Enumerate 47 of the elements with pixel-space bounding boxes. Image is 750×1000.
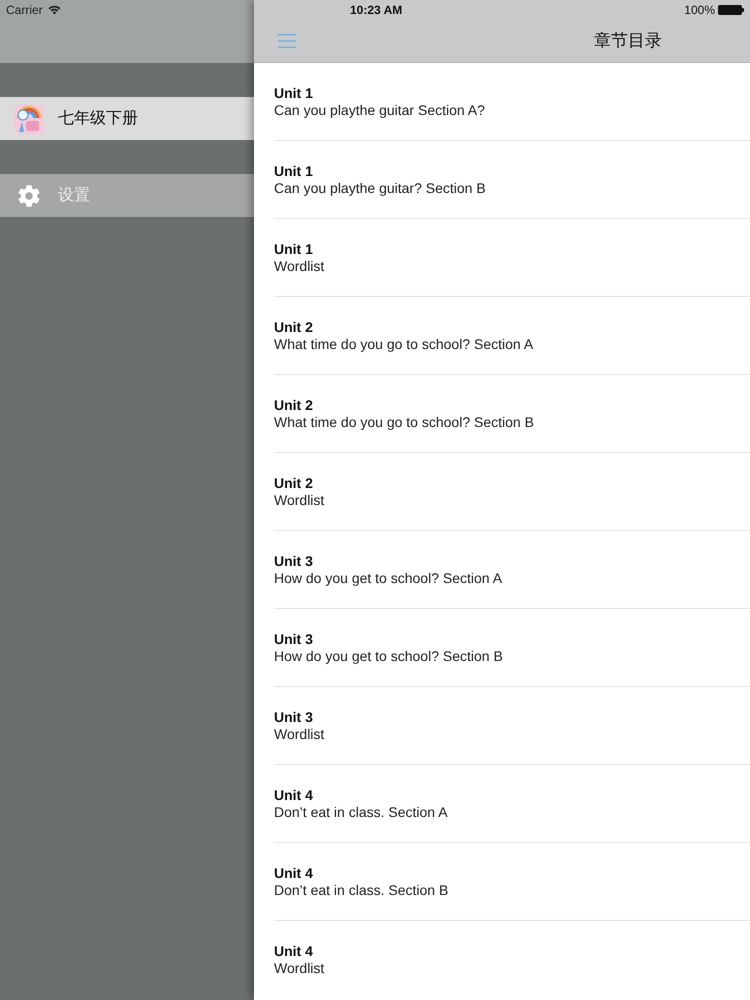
chapter-title: How do you get to school? Section A [274, 570, 502, 587]
unit-label: Unit 1 [274, 163, 313, 180]
chapter-title: Wordlist [274, 960, 324, 977]
unit-label: Unit 4 [274, 865, 313, 882]
chapter-title: Wordlist [274, 726, 324, 743]
chapter-row[interactable]: Unit 2 What time do you go to school? Section B [274, 375, 750, 453]
chapter-row[interactable]: Unit 2 Wordlist [274, 453, 750, 531]
chapter-title: Wordlist [274, 258, 324, 275]
status-time: 10:23 AM [350, 2, 402, 19]
unit-label: Unit 2 [274, 475, 313, 492]
chapter-title: What time do you go to school? Section B [274, 414, 534, 431]
chapter-title: Can you playthe guitar? Section B [274, 180, 486, 197]
chapter-row[interactable]: Unit 1 Wordlist [274, 219, 750, 297]
chapter-title: What time do you go to school? Section A [274, 336, 534, 353]
chapter-row[interactable]: Unit 4 Don’t eat in class. Section A [274, 765, 750, 843]
unit-label: Unit 3 [274, 631, 313, 648]
sidebar-item[interactable]: 七年级下册 [0, 97, 254, 140]
chapter-title: Don’t eat in class. Section B [274, 882, 448, 899]
chapter-title: Can you playthe guitar Section A? [274, 102, 485, 119]
chapter-title: Wordlist [274, 492, 324, 509]
chapter-title: Don’t eat in class. Section A [274, 804, 448, 821]
unit-label: Unit 3 [274, 553, 313, 570]
chapter-title: How do you get to school? Section B [274, 648, 503, 665]
unit-label: Unit 3 [274, 709, 313, 726]
app-icon [14, 104, 44, 134]
chapter-row[interactable]: Unit 2 What time do you go to school? Section A [274, 297, 750, 375]
wifi-icon [48, 5, 61, 15]
unit-label: Unit 2 [274, 397, 313, 414]
chapter-row[interactable]: Unit 3 How do you get to school? Section A [274, 531, 750, 609]
chapter-row[interactable]: Unit 3 Wordlist [274, 687, 750, 765]
menu-icon [278, 33, 296, 49]
page-title: 章节目录 [594, 30, 662, 52]
carrier-label: Carrier [6, 2, 43, 19]
chapter-row[interactable]: Unit 1 Can you playthe guitar? Section B [274, 141, 750, 219]
unit-label: Unit 1 [274, 241, 313, 258]
unit-label: Unit 1 [274, 85, 313, 102]
unit-label: Unit 4 [274, 943, 313, 960]
battery-icon [718, 5, 744, 15]
unit-label: Unit 4 [274, 787, 313, 804]
chapter-row[interactable]: Unit 3 How do you get to school? Section B [274, 609, 750, 687]
chapter-row[interactable]: Unit 4 Wordlist [274, 921, 750, 999]
chapter-row[interactable]: Unit 1 Can you playthe guitar Section A? [274, 63, 750, 141]
chapter-row[interactable]: Unit 4 Don’t eat in class. Section B [274, 843, 750, 921]
battery-percentage: 100% [684, 2, 715, 19]
settings-icon [17, 184, 41, 208]
unit-label: Unit 2 [274, 319, 313, 336]
menu-button[interactable] [278, 33, 296, 49]
